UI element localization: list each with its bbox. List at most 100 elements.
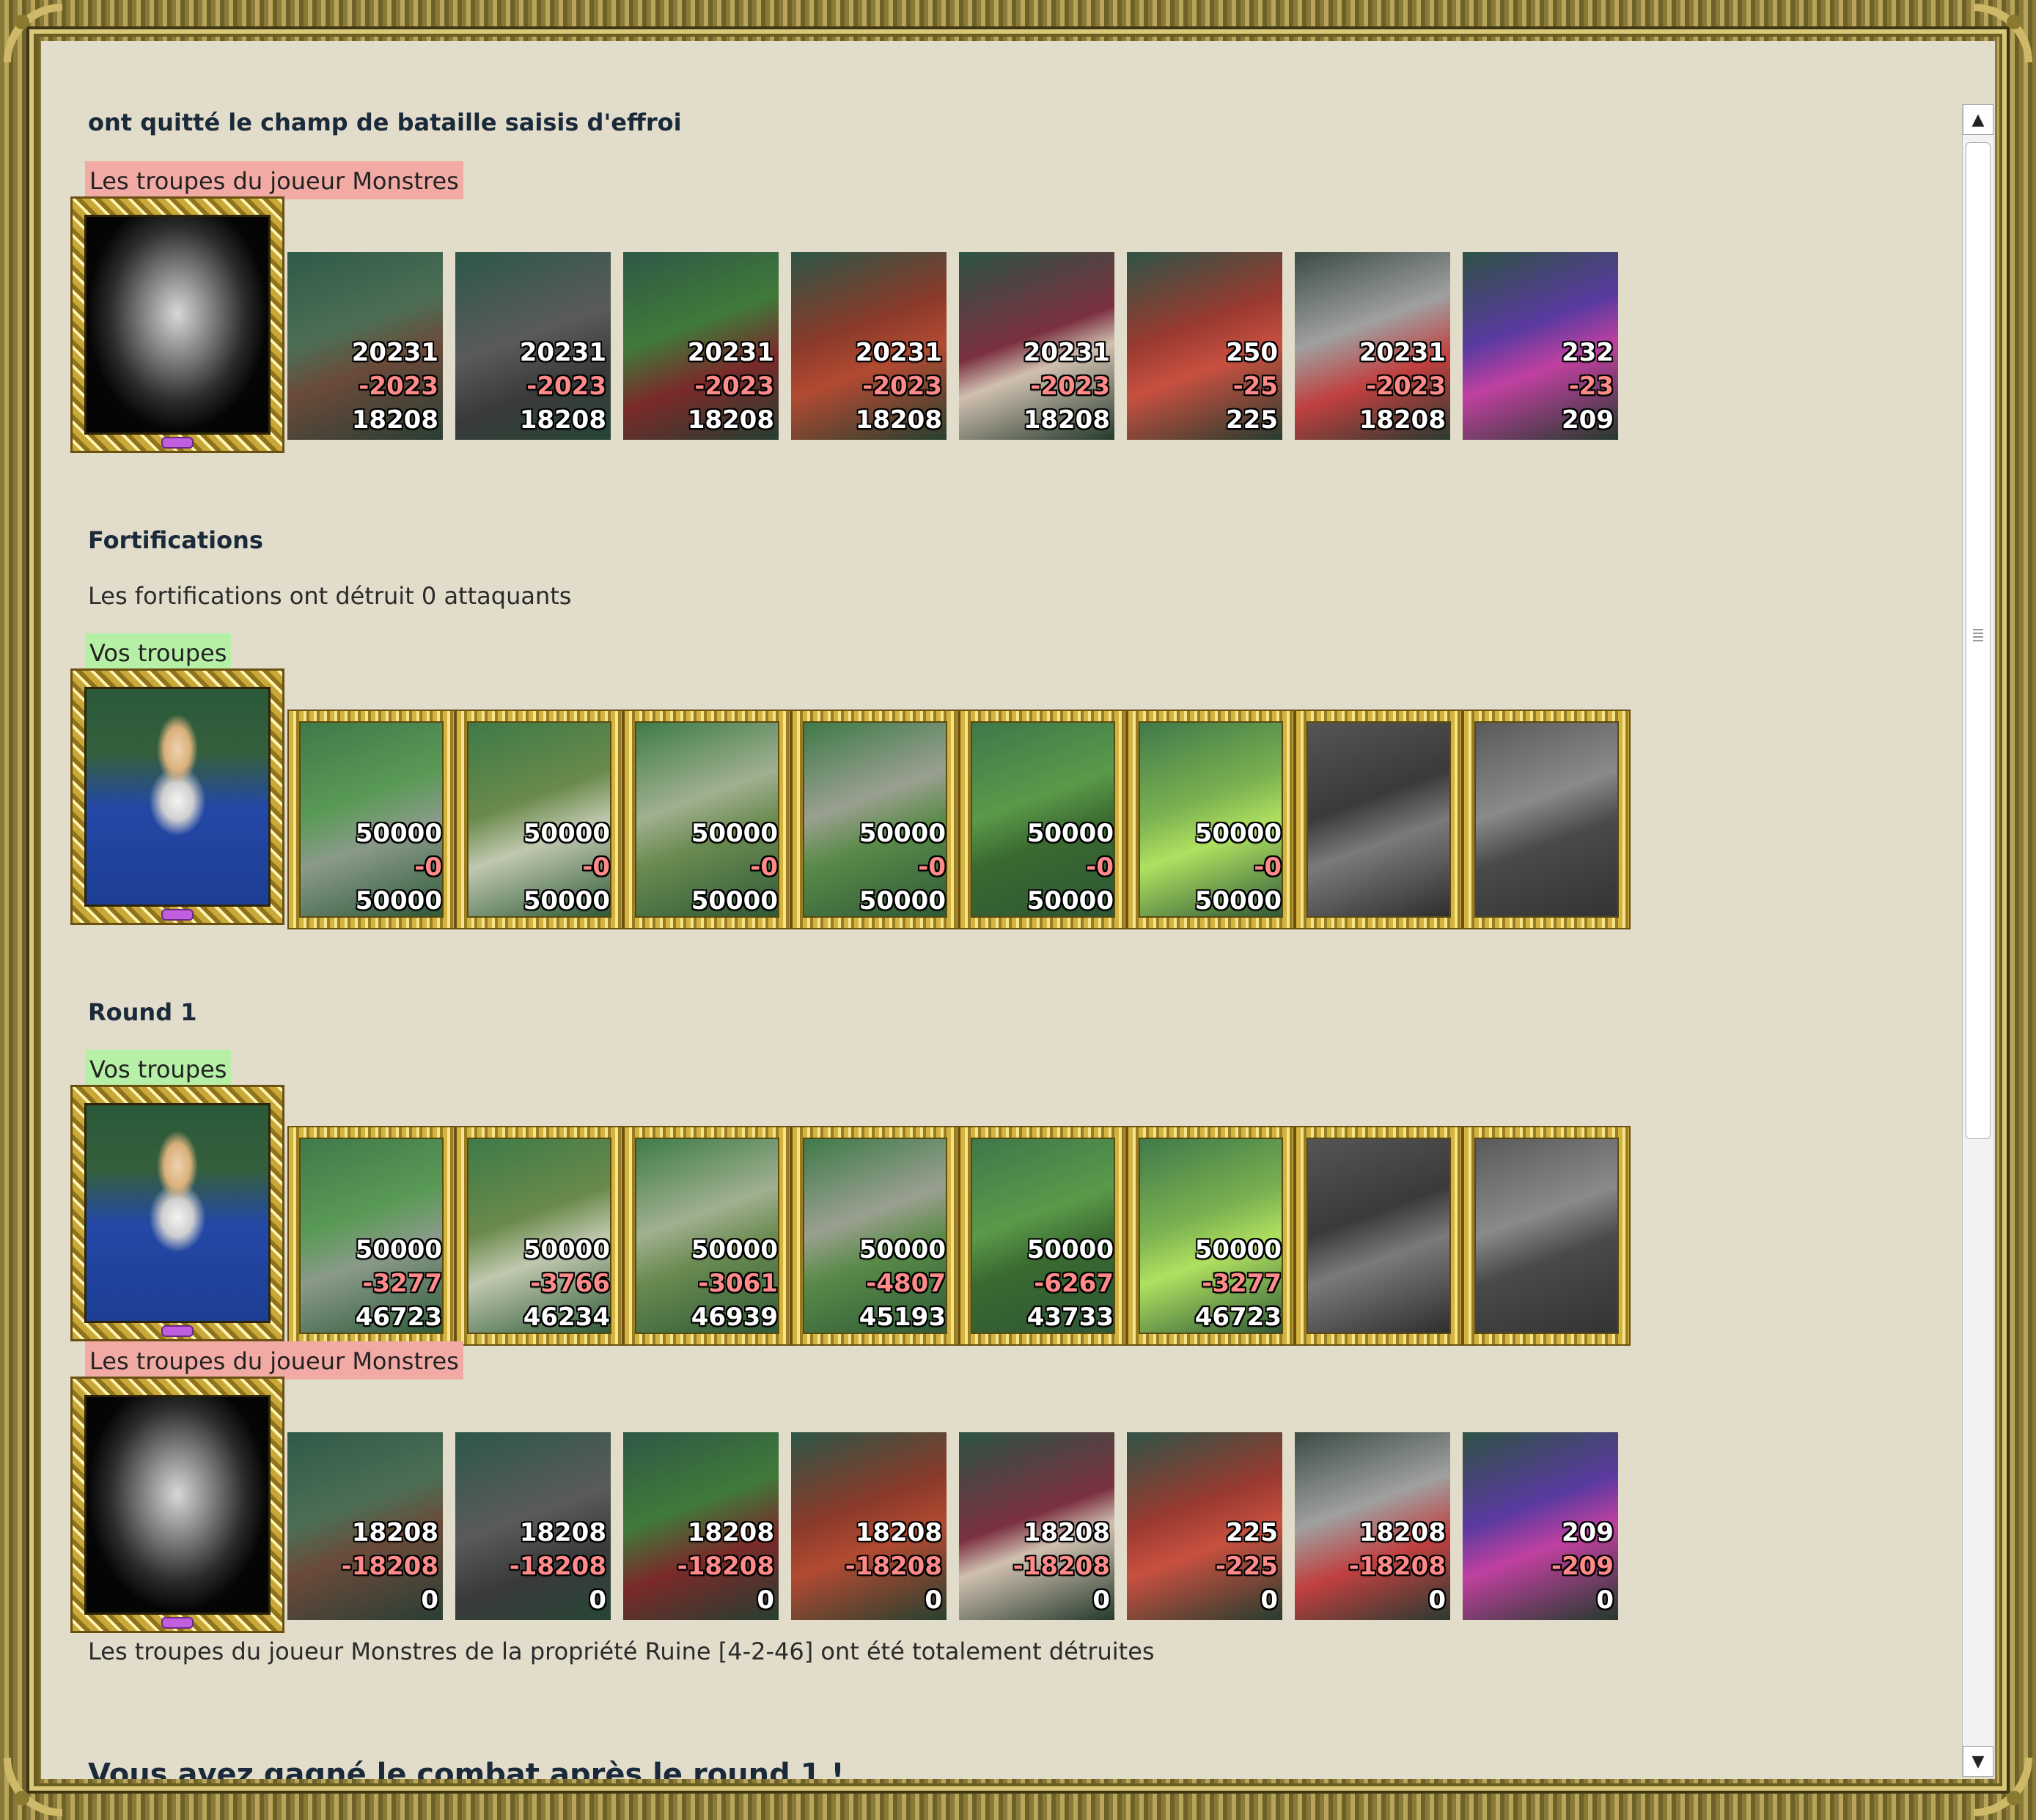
unit-card-8[interactable] (1463, 710, 1631, 929)
unit-card-5[interactable]: 18208 -18208 0 (959, 1432, 1114, 1620)
unit-card-2[interactable]: 18208 -18208 0 (455, 1432, 611, 1620)
unit-count-stack: 18208 -18208 0 (677, 1516, 774, 1617)
unit-count-stack: 50000 -6267 43733 (1027, 1233, 1114, 1334)
unit-card-3[interactable]: 20231 -2023 18208 (623, 252, 779, 440)
unit-card-6[interactable]: 50000 -3277 46723 (1127, 1126, 1295, 1346)
unit-start-count: 50000 (859, 819, 946, 848)
unit-remaining-count: 50000 (355, 886, 442, 915)
unit-remaining-count: 0 (589, 1585, 606, 1615)
unit-card-6[interactable]: 250 -25 225 (1127, 252, 1282, 440)
unit-remaining-count: 50000 (1026, 886, 1114, 915)
scroll-down-arrow-icon[interactable]: ▼ (1963, 1746, 1993, 1777)
unit-count-stack: 50000 -0 50000 (523, 817, 610, 918)
unit-loss-count: -0 (1086, 852, 1114, 882)
fortifications-text: Les fortifications ont détruit 0 attaqua… (88, 582, 572, 610)
unit-card-8[interactable]: 232 -23 209 (1463, 252, 1618, 440)
unit-start-count: 50000 (355, 819, 442, 848)
unit-card-3[interactable]: 50000 -0 50000 (623, 710, 791, 929)
unit-loss-count: -23 (1568, 372, 1614, 401)
unit-portrait-icon (1307, 1138, 1451, 1334)
battle-report-panel: ont quitté le champ de bataille saisis d… (41, 41, 1995, 1779)
unit-card-4[interactable]: 50000 -0 50000 (791, 710, 959, 929)
unit-card-3[interactable]: 50000 -3061 46939 (623, 1126, 791, 1346)
unit-loss-count: -3277 (1202, 1269, 1282, 1298)
unit-count-stack: 18208 -18208 0 (845, 1516, 942, 1617)
unit-loss-count: -2023 (694, 372, 774, 401)
unit-card-2[interactable]: 50000 -3766 46234 (455, 1126, 623, 1346)
unit-loss-count: -0 (1254, 852, 1282, 882)
unit-start-count: 20231 (351, 338, 438, 367)
unit-remaining-count: 0 (757, 1585, 774, 1615)
unit-loss-count: -2023 (1030, 372, 1110, 401)
unit-card-5[interactable]: 20231 -2023 18208 (959, 252, 1114, 440)
player-hero-portrait (70, 668, 284, 925)
gem-icon (161, 909, 194, 921)
round-monster-troops-label: Les troupes du joueur Monstres (85, 1341, 463, 1379)
unit-card-5[interactable]: 50000 -0 50000 (959, 710, 1127, 929)
unit-card-3[interactable]: 18208 -18208 0 (623, 1432, 779, 1620)
unit-card-4[interactable]: 50000 -4807 45193 (791, 1126, 959, 1346)
unit-remaining-count: 18208 (855, 405, 942, 435)
unit-start-count: 50000 (1026, 1235, 1114, 1264)
unit-count-stack: 50000 -0 50000 (356, 817, 442, 918)
unit-card-2[interactable]: 50000 -0 50000 (455, 710, 623, 929)
unit-start-count: 18208 (519, 1518, 606, 1547)
unit-card-1[interactable]: 50000 -3277 46723 (287, 1126, 455, 1346)
unit-card-4[interactable]: 18208 -18208 0 (791, 1432, 947, 1620)
unit-count-stack: 50000 -3277 46723 (356, 1233, 442, 1334)
unit-loss-count: -2023 (1366, 372, 1446, 401)
unit-card-1[interactable]: 20231 -2023 18208 (287, 252, 443, 440)
unit-count-stack: 20231 -2023 18208 (520, 336, 606, 437)
unit-loss-count: -225 (1215, 1552, 1278, 1581)
unit-start-count: 18208 (855, 1518, 942, 1547)
unit-card-7[interactable] (1295, 1126, 1463, 1346)
unit-card-7[interactable]: 20231 -2023 18208 (1295, 252, 1450, 440)
unit-remaining-count: 18208 (351, 405, 438, 435)
unit-count-stack: 209 -209 0 (1551, 1516, 1614, 1617)
unit-start-count: 232 (1562, 338, 1614, 367)
unit-start-count: 18208 (687, 1518, 774, 1547)
unit-count-stack: 18208 -18208 0 (510, 1516, 606, 1617)
unit-card-7[interactable] (1295, 710, 1463, 929)
unit-start-count: 18208 (351, 1518, 438, 1547)
unit-card-1[interactable]: 18208 -18208 0 (287, 1432, 443, 1620)
unit-count-stack: 18208 -18208 0 (1349, 1516, 1446, 1617)
unit-count-stack: 50000 -0 50000 (859, 817, 946, 918)
unit-card-6[interactable]: 225 -225 0 (1127, 1432, 1282, 1620)
unit-start-count: 18208 (1023, 1518, 1110, 1547)
unit-remaining-count: 0 (1428, 1585, 1446, 1615)
unit-card-8[interactable] (1463, 1126, 1631, 1346)
unit-start-count: 20231 (519, 338, 606, 367)
unit-card-5[interactable]: 50000 -6267 43733 (959, 1126, 1127, 1346)
unit-card-6[interactable]: 50000 -0 50000 (1127, 710, 1295, 929)
unit-remaining-count: 46723 (355, 1303, 442, 1332)
destroyed-message: Les troupes du joueur Monstres de la pro… (88, 1637, 1155, 1665)
gem-icon (161, 1617, 194, 1629)
unit-remaining-count: 225 (1226, 405, 1278, 435)
unit-loss-count: -2023 (862, 372, 942, 401)
player-hero-portrait (70, 1085, 284, 1341)
unit-card-8[interactable]: 209 -209 0 (1463, 1432, 1618, 1620)
unit-count-stack: 18208 -18208 0 (342, 1516, 438, 1617)
unit-loss-count: -2023 (526, 372, 606, 401)
unit-card-2[interactable]: 20231 -2023 18208 (455, 252, 611, 440)
unit-count-stack: 20231 -2023 18208 (352, 336, 438, 437)
unit-loss-count: -3061 (698, 1269, 778, 1298)
scrollbar-thumb[interactable] (1966, 142, 1991, 1139)
scroll-up-arrow-icon[interactable]: ▲ (1963, 104, 1993, 135)
unit-card-7[interactable]: 18208 -18208 0 (1295, 1432, 1450, 1620)
unit-start-count: 20231 (1359, 338, 1446, 367)
vertical-scrollbar[interactable]: ▲ ▼ (1962, 104, 1993, 1777)
unit-remaining-count: 46939 (691, 1303, 778, 1332)
fortifications-heading: Fortifications (88, 526, 263, 554)
unit-card-4[interactable]: 20231 -2023 18208 (791, 252, 947, 440)
gem-icon (161, 437, 194, 449)
unit-count-stack: 50000 -0 50000 (1027, 817, 1114, 918)
gem-icon (161, 1325, 194, 1337)
unit-count-stack: 50000 -3061 46939 (691, 1233, 778, 1334)
unit-remaining-count: 18208 (519, 405, 606, 435)
unit-remaining-count: 46234 (523, 1303, 610, 1332)
unit-card-1[interactable]: 50000 -0 50000 (287, 710, 455, 929)
unit-remaining-count: 18208 (687, 405, 774, 435)
unit-remaining-count: 18208 (1023, 405, 1110, 435)
